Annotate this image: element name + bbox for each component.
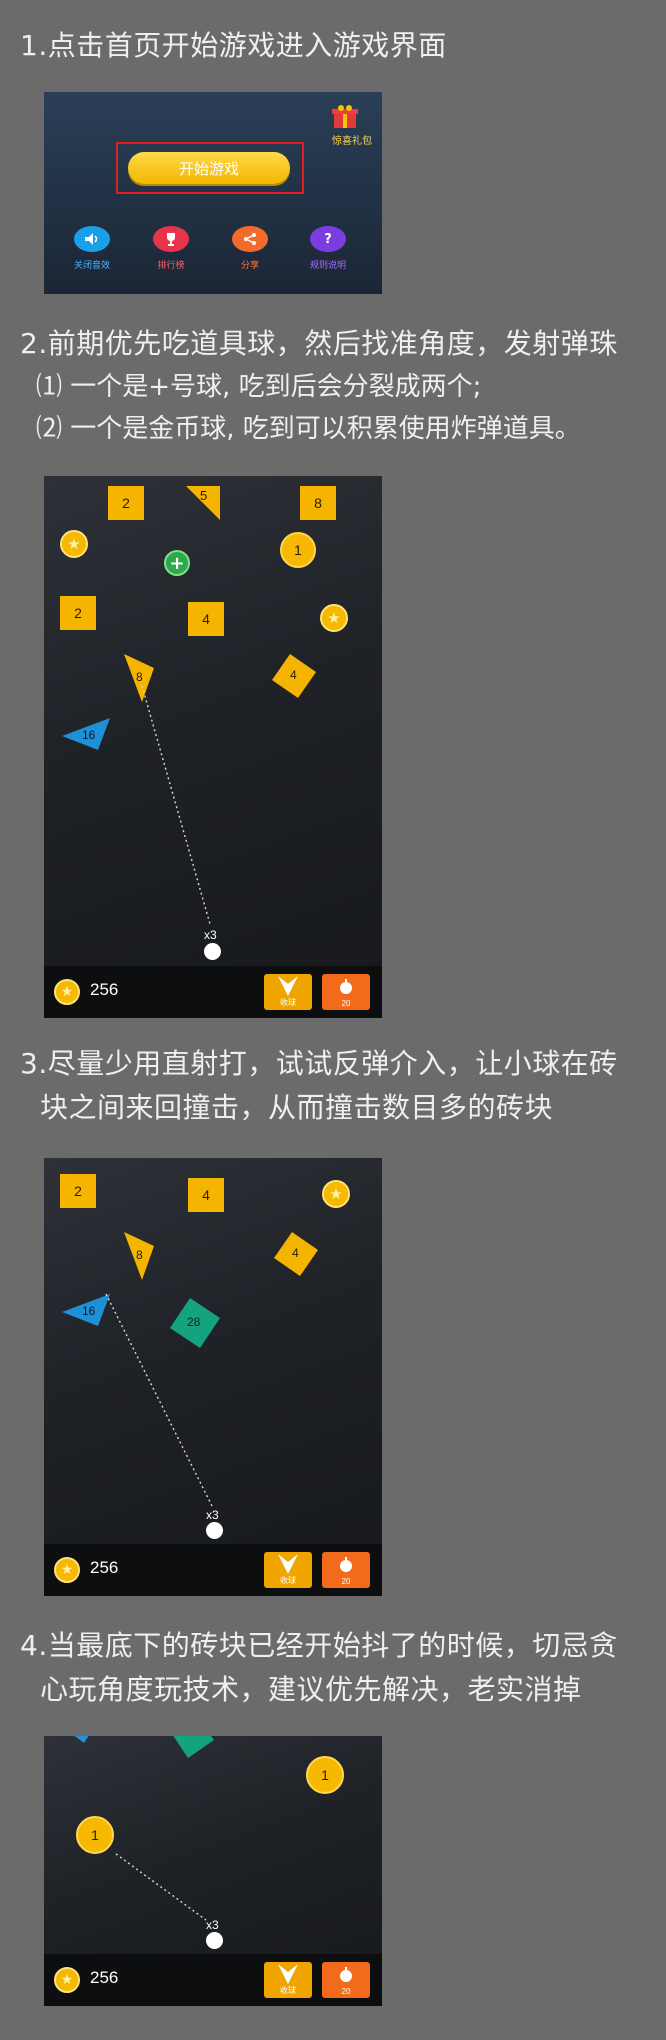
ball-count: x3 bbox=[206, 1918, 219, 1932]
menu-label-share[interactable]: 分享 bbox=[215, 258, 285, 271]
step-4-title-line-1: 4.当最底下的砖块已经开始抖了的时候，切忌贪 bbox=[20, 1629, 618, 1662]
step-3-title-line-1: 3.尽量少用直射打，试试反弹介入，让小球在砖 bbox=[20, 1047, 618, 1080]
bomb-button[interactable]: 20 bbox=[322, 974, 370, 1010]
collect-balls-button[interactable]: 收球 bbox=[264, 1552, 312, 1588]
coin-icon: ★ bbox=[54, 1967, 80, 1993]
coin-count: 256 bbox=[90, 1558, 119, 1577]
ball-count: x3 bbox=[204, 928, 217, 942]
collect-balls-button[interactable]: 收球 bbox=[264, 1962, 312, 1998]
collect-balls-button[interactable]: 收球 bbox=[264, 974, 312, 1010]
gameplay-screenshot-1: 2 5 8 ★ + 1 2 4 ★ 8 4 16 x3 ★ 256 收球 20 bbox=[44, 476, 382, 1018]
gift-label[interactable]: 惊喜礼包 bbox=[324, 132, 380, 147]
arrow-down-icon bbox=[278, 1554, 298, 1574]
home-screen-screenshot: 惊喜礼包 开始游戏 关闭音效 排行榜 分享 ? 规则说明 bbox=[44, 92, 382, 294]
menu-label-ranking[interactable]: 排行榜 bbox=[136, 258, 206, 271]
bottom-bar: ★ 256 收球 20 bbox=[44, 1544, 382, 1596]
launcher-ball[interactable] bbox=[206, 1522, 223, 1539]
coin-icon: ★ bbox=[54, 1557, 80, 1583]
coin-icon: ★ bbox=[54, 979, 80, 1005]
bomb-icon bbox=[340, 1557, 352, 1572]
bomb-icon bbox=[340, 979, 352, 994]
step-2-title: 2.前期优先吃道具球，然后找准角度，发射弹珠 bbox=[20, 327, 618, 360]
menu-label-rules[interactable]: 规则说明 bbox=[293, 258, 363, 271]
gameplay-screenshot-2: 2 4 ★ 8 4 16 28 x3 ★ 256 收球 20 bbox=[44, 1158, 382, 1596]
gameplay-screenshot-3: 1 1 x3 ★ 256 收球 20 bbox=[44, 1736, 382, 2006]
step-3-title-line-2: 块之间来回撞击，从而撞击数目多的砖块 bbox=[40, 1091, 554, 1124]
step-1-title: 1.点击首页开始游戏进入游戏界面 bbox=[20, 29, 447, 62]
step-2-note-2: ⑵ 一个是金币球, 吃到可以积累使用炸弹道具。 bbox=[36, 414, 581, 444]
bomb-button[interactable]: 20 bbox=[322, 1552, 370, 1588]
bomb-icon bbox=[340, 1967, 352, 1982]
launcher-ball[interactable] bbox=[204, 943, 221, 960]
menu-label-sound[interactable]: 关闭音效 bbox=[57, 258, 127, 271]
speaker-icon[interactable] bbox=[74, 226, 110, 252]
ball-count: x3 bbox=[206, 1508, 219, 1522]
start-game-button[interactable]: 开始游戏 bbox=[128, 152, 290, 184]
gift-box-icon[interactable] bbox=[328, 104, 362, 130]
question-icon[interactable]: ? bbox=[310, 226, 346, 252]
bottom-bar: ★ 256 收球 20 bbox=[44, 966, 382, 1018]
bomb-button[interactable]: 20 bbox=[322, 1962, 370, 1998]
step-4-title-line-2: 心玩角度玩技术，建议优先解决，老实消掉 bbox=[40, 1673, 582, 1706]
share-icon[interactable] bbox=[232, 226, 268, 252]
bottom-bar: ★ 256 收球 20 bbox=[44, 1954, 382, 2006]
arrow-down-icon bbox=[278, 976, 298, 996]
step-2-note-1: ⑴ 一个是+号球, 吃到后会分裂成两个; bbox=[36, 372, 482, 402]
coin-count: 256 bbox=[90, 980, 119, 999]
trophy-icon[interactable] bbox=[153, 226, 189, 252]
launcher-ball[interactable] bbox=[206, 1932, 223, 1949]
arrow-down-icon bbox=[278, 1964, 298, 1984]
coin-count: 256 bbox=[90, 1968, 119, 1987]
